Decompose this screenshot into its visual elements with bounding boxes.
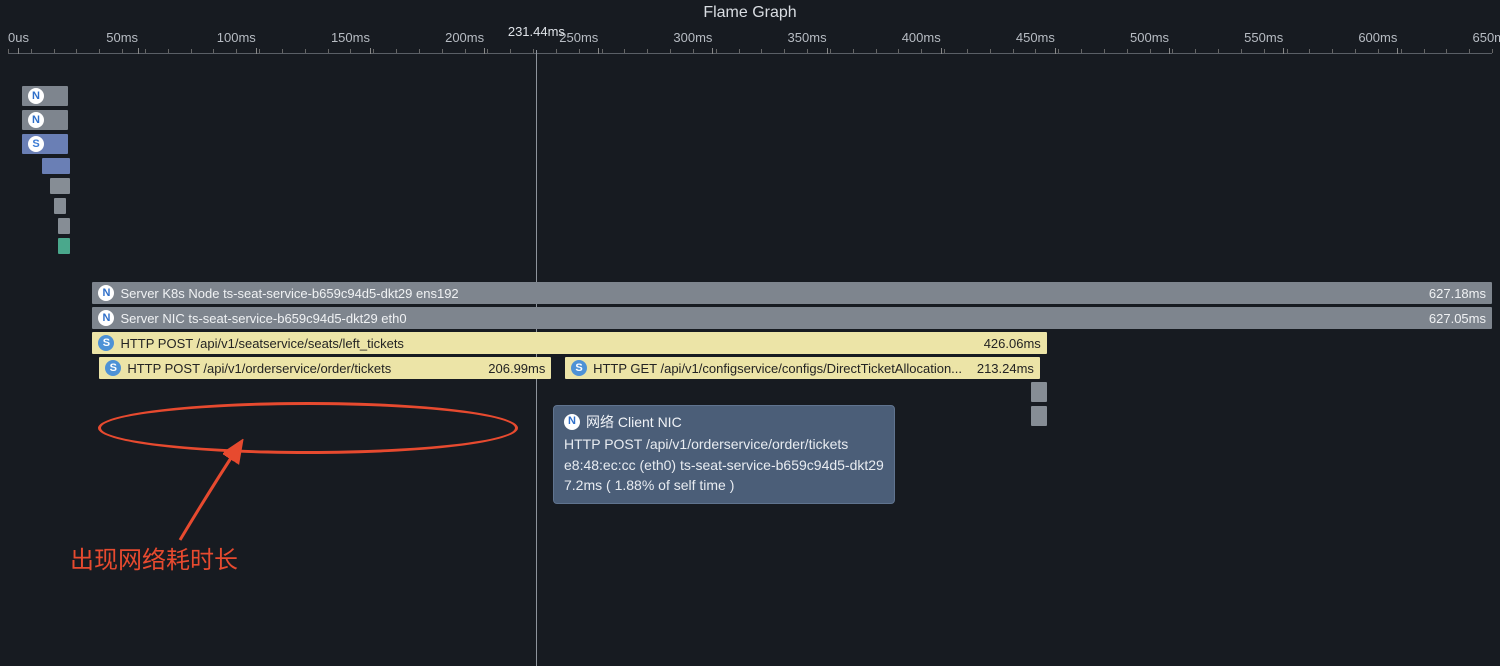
- service-icon: S: [571, 360, 587, 376]
- axis-tick: 500ms: [1150, 24, 1189, 54]
- service-icon: S: [98, 335, 114, 351]
- flame-span[interactable]: [1031, 406, 1047, 426]
- span-duration: 627.18ms: [1421, 286, 1486, 301]
- axis-tick: 100ms: [236, 24, 275, 54]
- axis-tick: 150ms: [350, 24, 389, 54]
- span-label: Server K8s Node ts-seat-service-b659c94d…: [120, 286, 458, 301]
- axis-tick: 550ms: [1264, 24, 1303, 54]
- flame-span[interactable]: S HTTP GET /api/v1/configservice/configs/…: [565, 357, 1040, 379]
- service-icon: S: [105, 360, 121, 376]
- network-icon: N: [98, 310, 114, 326]
- flame-span[interactable]: S: [22, 134, 68, 154]
- network-icon: N: [28, 112, 44, 128]
- tooltip-title: 网络 Client NIC: [586, 412, 682, 432]
- network-icon: N: [28, 88, 44, 104]
- flame-span[interactable]: [58, 218, 70, 234]
- service-icon: S: [28, 136, 44, 152]
- page-title: Flame Graph: [0, 0, 1500, 24]
- flame-span[interactable]: N: [22, 86, 68, 106]
- network-icon: N: [98, 285, 114, 301]
- annotation-text: 出现网络耗时长: [70, 540, 238, 575]
- flame-span[interactable]: [58, 178, 70, 194]
- tooltip-line: HTTP POST /api/v1/orderservice/order/tic…: [564, 434, 884, 454]
- axis-tick: 650ms: [1492, 24, 1500, 54]
- playhead-label: 231.44ms: [496, 24, 576, 39]
- axis-tick: 0us: [8, 24, 29, 54]
- axis-tick: 300ms: [693, 24, 732, 54]
- flame-span[interactable]: [58, 158, 70, 174]
- span-duration: 426.06ms: [976, 336, 1041, 351]
- flame-span[interactable]: S HTTP POST /api/v1/seatservice/seats/lef…: [92, 332, 1046, 354]
- span-duration: 213.24ms: [969, 361, 1034, 376]
- timeline-axis[interactable]: 0us50ms100ms150ms200ms250ms300ms350ms400…: [8, 24, 1492, 54]
- span-duration: 627.05ms: [1421, 311, 1486, 326]
- span-tooltip: N 网络 Client NIC HTTP POST /api/v1/orders…: [553, 405, 895, 504]
- flame-span[interactable]: [1031, 382, 1047, 402]
- axis-tick: 400ms: [921, 24, 960, 54]
- flame-span[interactable]: N Server NIC ts-seat-service-b659c94d5-dk…: [92, 307, 1492, 329]
- axis-tick: 600ms: [1378, 24, 1417, 54]
- span-label: HTTP GET /api/v1/configservice/configs/D…: [593, 361, 962, 376]
- flame-span[interactable]: N Server K8s Node ts-seat-service-b659c94…: [92, 282, 1492, 304]
- span-label: Server NIC ts-seat-service-b659c94d5-dkt…: [120, 311, 406, 326]
- tooltip-line: 7.2ms ( 1.88% of self time ): [564, 475, 884, 495]
- flame-span[interactable]: S HTTP POST /api/v1/orderservice/order/ti…: [99, 357, 551, 379]
- tooltip-line: e8:48:ec:cc (eth0) ts-seat-service-b659c…: [564, 455, 884, 475]
- annotation-ellipse: [98, 402, 518, 454]
- flame-span[interactable]: [58, 238, 70, 254]
- axis-tick: 250ms: [579, 24, 618, 54]
- span-label: HTTP POST /api/v1/seatservice/seats/left…: [120, 336, 403, 351]
- axis-tick: 450ms: [1035, 24, 1074, 54]
- axis-tick: 50ms: [122, 24, 154, 54]
- network-icon: N: [564, 414, 580, 430]
- axis-tick: 350ms: [807, 24, 846, 54]
- flame-span[interactable]: [54, 198, 66, 214]
- span-label: HTTP POST /api/v1/orderservice/order/tic…: [127, 361, 391, 376]
- span-duration: 206.99ms: [480, 361, 545, 376]
- flame-span[interactable]: N: [22, 110, 68, 130]
- annotation-arrow-icon: [170, 430, 260, 550]
